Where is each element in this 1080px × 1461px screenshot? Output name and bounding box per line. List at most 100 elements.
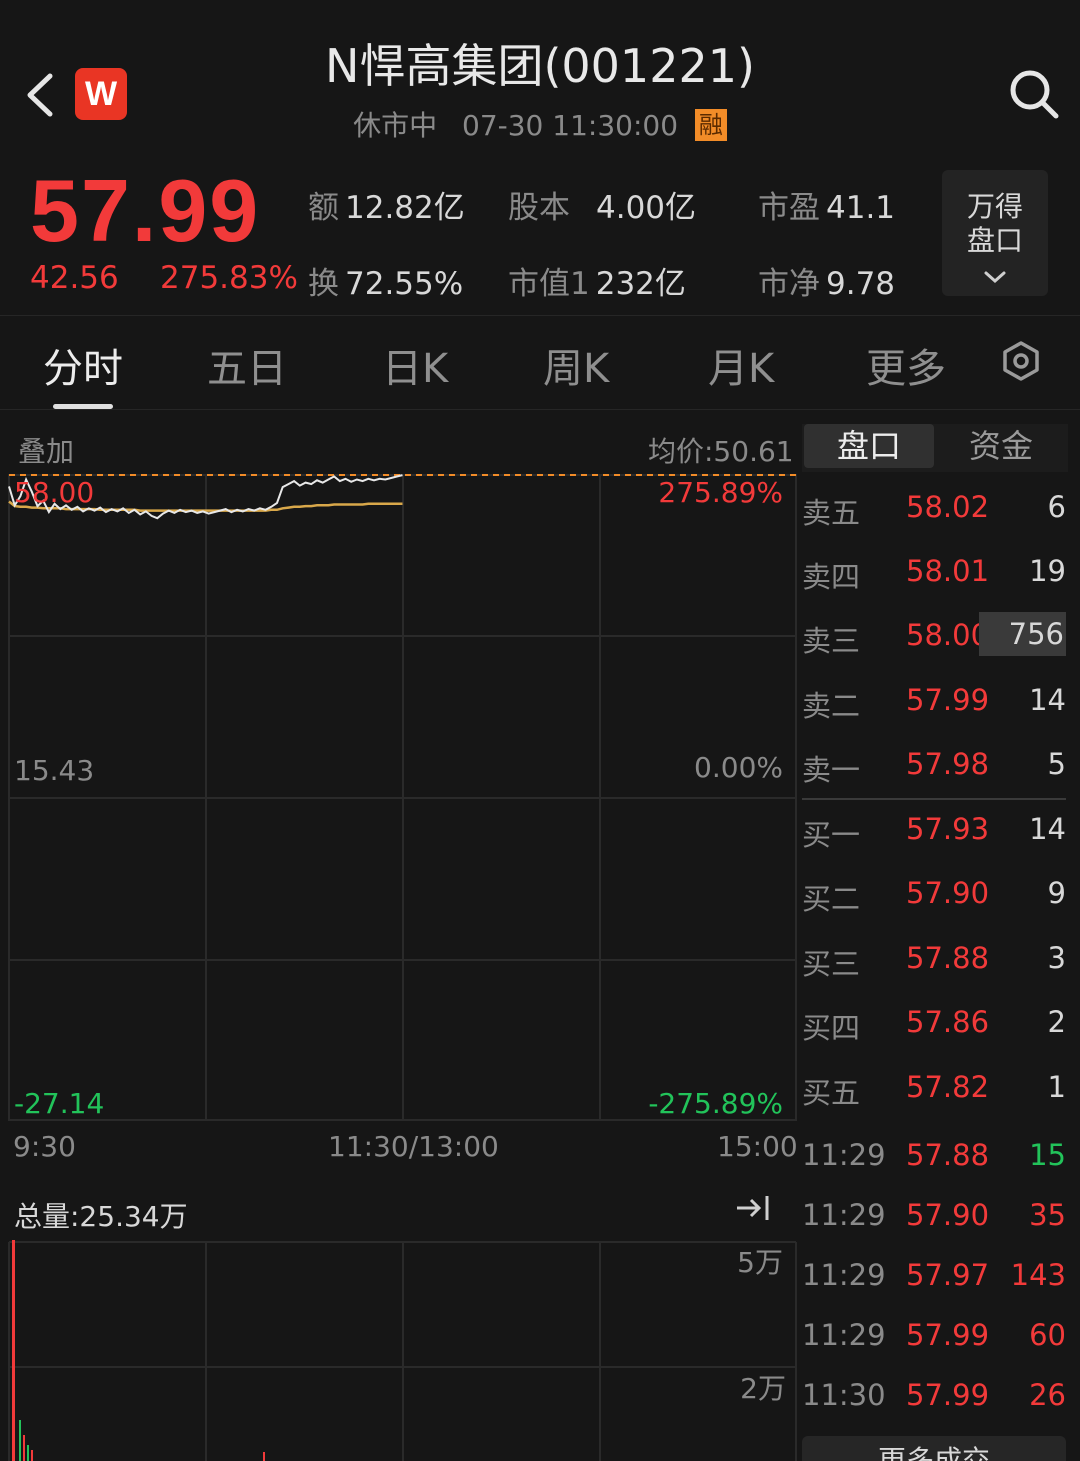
- volume-bar: [27, 1445, 29, 1461]
- bid-row[interactable]: 买三 57.88 3: [800, 927, 1068, 987]
- collapse-arrow-icon[interactable]: [733, 1190, 773, 1226]
- volume-bar: [263, 1452, 265, 1461]
- trade-qty: 15: [1029, 1138, 1066, 1172]
- page-title: N悍高集团(001221): [325, 39, 755, 93]
- ask-price: 57.98: [906, 747, 990, 781]
- trade-row: 11:30 57.99 26: [800, 1366, 1068, 1426]
- ask-qty: 5: [1047, 747, 1066, 781]
- pct-label-top: 275.89%: [658, 476, 783, 509]
- time-axis: 9:30 11:30/13:00 15:00: [0, 1130, 800, 1170]
- chart-grid: [8, 474, 797, 1121]
- trade-price: 57.99: [906, 1318, 990, 1352]
- ask-level-label: 卖四: [802, 560, 861, 594]
- market-status: 休市中: [353, 109, 438, 142]
- trade-row: 11:29 57.99 60: [800, 1306, 1068, 1366]
- settings-icon[interactable]: [1000, 340, 1042, 382]
- tab-monthly-k[interactable]: 月K: [708, 336, 774, 394]
- chevron-down-icon: [984, 271, 1006, 284]
- orderbook-tabs: 盘口 资金: [802, 424, 1068, 472]
- bid-qty: 1: [1047, 1070, 1066, 1104]
- y-label-top: 58.00: [14, 476, 94, 509]
- volume-bar: [31, 1450, 33, 1461]
- bid-row[interactable]: 买一 57.93 14: [800, 798, 1068, 858]
- tab-intraday[interactable]: 分时: [43, 336, 123, 394]
- overlay-button[interactable]: 叠加: [18, 430, 74, 470]
- bid-price: 57.86: [906, 1005, 990, 1039]
- bid-price: 57.90: [906, 876, 990, 910]
- more-trades-button[interactable]: 更多成交: [802, 1436, 1066, 1461]
- ask-row[interactable]: 卖五 58.02 6: [800, 476, 1068, 536]
- trade-row: 11:29 57.97 143: [800, 1246, 1068, 1306]
- trade-price: 57.99: [906, 1378, 990, 1412]
- bid-level-label: 买三: [802, 947, 861, 981]
- trade-time: 11:29: [802, 1138, 886, 1172]
- market-status-line: 休市中 07-30 11:30:00 融: [200, 104, 880, 144]
- ask-row[interactable]: 卖二 57.99 14: [800, 669, 1068, 729]
- bid-row[interactable]: 买二 57.90 9: [800, 862, 1068, 922]
- active-tab-indicator: [53, 404, 113, 409]
- tab-five-day[interactable]: 五日: [207, 336, 287, 394]
- total-volume: 总量:25.34万: [14, 1200, 188, 1233]
- bid-row[interactable]: 买五 57.82 1: [800, 1056, 1068, 1116]
- bid-price: 57.93: [906, 812, 990, 846]
- ask-price: 58.02: [906, 490, 990, 524]
- ask-price: 58.01: [906, 554, 990, 588]
- search-icon[interactable]: [1008, 68, 1060, 120]
- ask-level-label: 卖二: [802, 689, 861, 723]
- bid-level-label: 买二: [802, 882, 861, 916]
- ask-price: 58.00: [906, 618, 990, 652]
- tab-daily-k[interactable]: 日K: [382, 336, 448, 394]
- ask-qty: 6: [1047, 490, 1066, 524]
- quote-datetime: 07-30 11:30:00: [462, 109, 679, 142]
- ask-row[interactable]: 卖四 58.01 19: [800, 540, 1068, 600]
- ask-level-label: 卖三: [802, 624, 861, 658]
- volume-chart[interactable]: 5万 2万: [0, 1240, 800, 1461]
- pct-label-bottom: -275.89%: [648, 1087, 783, 1120]
- stat-turnover-rate: 换 72.55%: [308, 266, 464, 302]
- pct-label-mid: 0.00%: [694, 751, 783, 784]
- ask-row[interactable]: 卖一 57.98 5: [800, 733, 1068, 793]
- time-label-midday: 11:30/13:00: [328, 1130, 499, 1163]
- price-change: 42.56: [30, 260, 119, 296]
- trade-row: 11:29 57.88 15: [800, 1126, 1068, 1186]
- stat-market-cap: 市值1 232亿: [508, 266, 686, 302]
- bid-level-label: 买一: [802, 818, 861, 852]
- bid-price: 57.88: [906, 941, 990, 975]
- wind-orderbook-label-2: 盘口: [966, 224, 1023, 257]
- margin-badge: 融: [694, 109, 727, 141]
- trade-time: 11:29: [802, 1198, 886, 1232]
- tab-more[interactable]: 更多: [866, 336, 946, 394]
- wind-logo-icon[interactable]: W: [75, 68, 127, 120]
- trade-time: 11:30: [802, 1378, 886, 1412]
- bid-row[interactable]: 买四 57.86 2: [800, 991, 1068, 1051]
- stat-pb: 市净 9.78: [758, 266, 896, 302]
- trade-price: 57.97: [906, 1258, 990, 1292]
- tab-capital-flow[interactable]: 资金: [936, 424, 1066, 468]
- y-label-bottom: -27.14: [14, 1087, 104, 1120]
- back-arrow-icon[interactable]: [22, 70, 62, 120]
- ask-qty: 756: [978, 612, 1066, 656]
- ask-qty: 19: [1029, 554, 1066, 588]
- ask-row[interactable]: 卖三 58.00 756: [800, 604, 1068, 664]
- stat-share-capital: 股本 4.00亿: [508, 190, 697, 226]
- stat-turnover-amount: 额 12.82亿: [308, 190, 465, 226]
- bid-qty: 2: [1047, 1005, 1066, 1039]
- bid-level-label: 买四: [802, 1011, 861, 1045]
- volume-bar: [23, 1435, 25, 1461]
- bid-level-label: 买五: [802, 1076, 861, 1110]
- volume-bar: [19, 1420, 21, 1461]
- trade-price: 57.90: [906, 1198, 990, 1232]
- volume-grid: [8, 1241, 797, 1461]
- volume-y-label-top: 5万: [737, 1246, 783, 1279]
- time-label-open: 9:30: [13, 1130, 76, 1163]
- trade-qty: 35: [1029, 1198, 1066, 1232]
- y-label-mid: 15.43: [14, 754, 94, 787]
- trade-row: 11:29 57.90 35: [800, 1186, 1068, 1246]
- tab-orderbook[interactable]: 盘口: [804, 424, 934, 468]
- bid-qty: 14: [1029, 812, 1066, 846]
- tab-weekly-k[interactable]: 周K: [543, 336, 609, 394]
- wind-orderbook-button[interactable]: 万得 盘口: [942, 170, 1048, 296]
- bid-qty: 3: [1047, 941, 1066, 975]
- intraday-price-chart[interactable]: 58.00 15.43 -27.14 275.89% 0.00% -275.89…: [0, 470, 800, 1130]
- volume-y-label-mid: 2万: [740, 1372, 786, 1405]
